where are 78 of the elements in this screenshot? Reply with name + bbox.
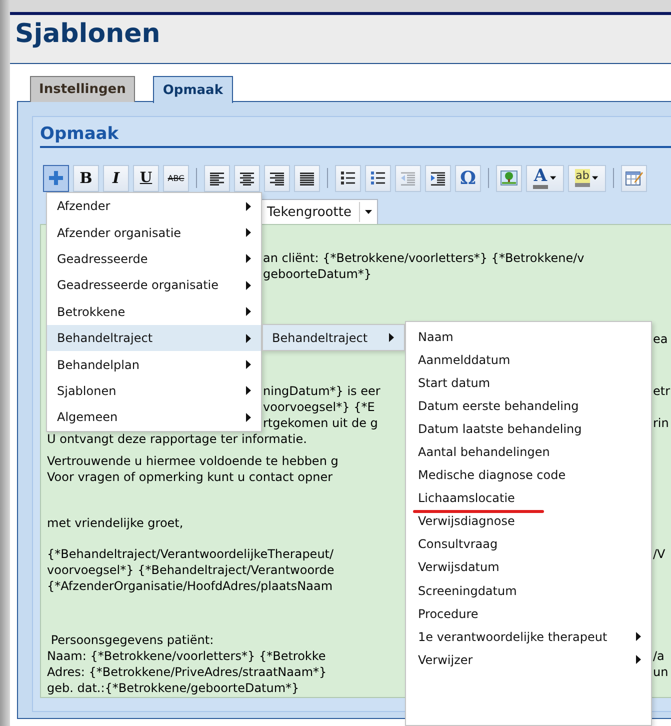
numbered-list-icon [369, 169, 387, 187]
editor-text: etr [653, 383, 670, 399]
editor-text: geboorteDatum*} [263, 266, 372, 282]
editor-text: un [653, 664, 668, 680]
font-color-button[interactable]: A [526, 164, 564, 192]
editor-text: Voor vragen of opmerking kunt u contact opner [47, 469, 333, 485]
menu-item[interactable]: Medische diagnose code [406, 464, 651, 487]
symbol-button[interactable]: Ω [455, 164, 481, 192]
italic-button[interactable]: I [103, 164, 129, 192]
caret-icon [550, 176, 558, 180]
editor-text: /a [653, 648, 664, 664]
menu-item[interactable]: Consultvraag [406, 532, 651, 556]
indent-button[interactable] [425, 164, 451, 192]
editor-text: voorvoegsel*} {*Behandeltraject/Verantwoorde [47, 562, 334, 578]
tab[interactable]: Opmaak [152, 76, 233, 103]
align-right-button[interactable] [264, 164, 290, 192]
menu-item[interactable]: Afzender organisatie [47, 219, 261, 246]
image-icon [500, 169, 518, 187]
menu-item[interactable]: Datum eerste behandeling [406, 394, 651, 418]
menu-item[interactable]: Screeningdatum [406, 579, 651, 602]
menu-item[interactable]: Lichaamslocatie [406, 486, 651, 510]
menu-item[interactable]: Verwijzer [406, 648, 651, 672]
strike-button[interactable]: ABC [163, 164, 189, 192]
highlight-button[interactable]: ab [568, 164, 606, 192]
editor-text: met vriendelijke groet, [47, 515, 184, 531]
menu-item[interactable]: Sjablonen [47, 378, 261, 404]
menu-item[interactable]: 1e verantwoordelijke therapeut [406, 625, 651, 648]
tab[interactable]: Instellingen [30, 76, 135, 102]
menu-item[interactable]: Aanmelddatum [406, 348, 651, 372]
editor-text: Vertrouwende u hiermee voldoende te hebben g [47, 453, 338, 469]
menu-item[interactable]: Start datum [406, 371, 651, 394]
section-heading: Opmaak [40, 123, 671, 148]
justify-button[interactable] [294, 164, 320, 192]
highlight-icon: ab [574, 169, 590, 187]
editor-text: {*AfzenderOrganisatie/HoofdAdres/plaatsNaam [47, 578, 333, 594]
editor-text: Persoonsgegevens patiënt: [50, 632, 214, 648]
align-left-button[interactable] [204, 164, 230, 192]
table-edit-icon [625, 169, 643, 187]
menu-item[interactable]: Geadresseerde [47, 246, 261, 272]
editor-text: U ontvangt deze rapportage ter informatie. [47, 431, 307, 447]
numbers-button[interactable] [365, 164, 391, 192]
menu-item[interactable]: Afzender [47, 193, 261, 220]
caret-icon [592, 176, 600, 180]
font-size-select[interactable]: Tekengrootte [261, 199, 378, 225]
table-button[interactable] [621, 164, 647, 192]
editor-text: /V [653, 546, 666, 562]
menu-item[interactable]: Procedure [406, 602, 651, 626]
image-button[interactable] [496, 164, 522, 192]
menu-item[interactable]: Datum laatste behandeling [406, 417, 651, 440]
editor-text: rin [653, 415, 669, 431]
editor-text: an cliënt: {*Betrokkene/voorletters*} {*Betrokkene/v [263, 250, 584, 266]
menu-item[interactable]: Behandelplan [47, 351, 261, 378]
editor-text: Adres: {*Betrokkene/PriveAdres/straatNaam*} [47, 664, 327, 680]
menu-item[interactable]: Behandeltraject [47, 324, 261, 352]
align-center-button[interactable] [234, 164, 260, 192]
plus-icon [47, 169, 65, 187]
bold-button[interactable]: B [73, 164, 99, 192]
menu-item[interactable]: Verwijsdatum [406, 556, 651, 580]
editor-text: Naam: {*Betrokkene/voorletters*} {*Betrokke [47, 648, 326, 664]
underline-button[interactable]: U [133, 164, 159, 192]
editor-text: geb. dat.:{*Betrokkene/geboorteDatum*} [47, 680, 300, 696]
menu-item[interactable]: Behandeltraject [263, 325, 404, 350]
editor-text: rtgekomen uit de g [263, 415, 378, 431]
menu-item[interactable]: Geadresseerde organisatie [47, 272, 261, 299]
page-title: Sjablonen [14, 18, 160, 51]
menu-item[interactable]: Naam [406, 325, 651, 348]
menu-item[interactable]: Algemeen [47, 404, 261, 431]
editor-text: voorvoegsel*} {*E [263, 399, 375, 415]
editor-text: {*Behandeltraject/VerantwoordelijkeTherapeut/ [47, 546, 334, 562]
bullet-list-icon [339, 169, 357, 187]
insert-button[interactable] [43, 164, 69, 192]
menu-item[interactable]: Betrokkene [47, 298, 261, 325]
menu-item[interactable]: Aantal behandelingen [406, 440, 651, 464]
editor-text: ea [653, 331, 668, 347]
caret-icon [359, 202, 374, 222]
bullets-button[interactable] [335, 164, 361, 192]
editor-text: ningDatum*} is eer [263, 383, 380, 399]
menu-item[interactable]: Verwijsdiagnose [406, 510, 651, 533]
